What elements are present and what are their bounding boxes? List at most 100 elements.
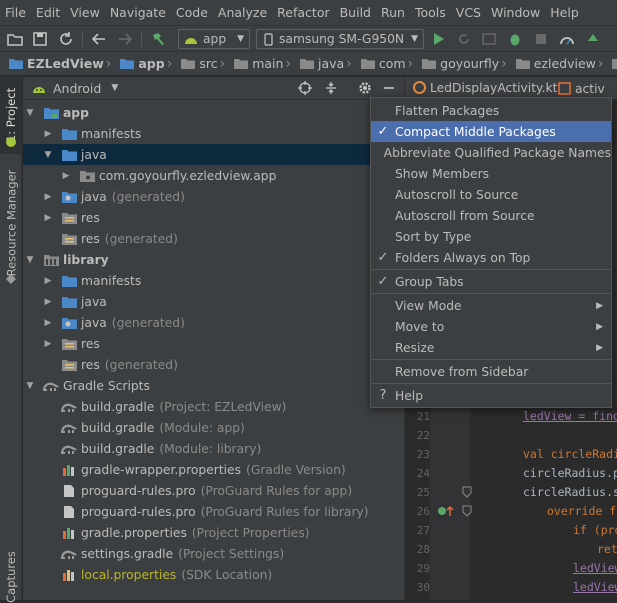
tree-row[interactable]: ▶ java (generated) [23,186,404,207]
menu-window[interactable]: Window [486,5,545,20]
build-hammer-icon[interactable] [149,30,167,48]
menu-item-resize[interactable]: Resize ▶ [371,337,611,358]
expanded-arrow-icon[interactable]: ▼ [25,375,35,396]
tree-row[interactable]: local.properties (SDK Location) [23,564,404,585]
tree-row[interactable]: proguard-rules.pro (ProGuard Rules for li… [23,501,404,522]
tree-row[interactable]: ▶ res [23,333,404,354]
menu-vcs[interactable]: VCS [451,5,486,20]
collapsed-arrow-icon[interactable]: ▶ [43,186,53,207]
menu-help[interactable]: Help [545,5,584,20]
tree-row[interactable]: gradle-wrapper.properties (Gradle Version… [23,459,404,480]
collapsed-arrow-icon[interactable]: ▶ [43,207,53,228]
collapsed-arrow-icon[interactable]: ▶ [43,333,53,354]
breadcrumb-item[interactable]: ezledview › [512,56,609,72]
device-select[interactable]: samsung SM-G950N ▼ [256,29,424,49]
menu-code[interactable]: Code [171,5,213,20]
open-folder-icon[interactable] [6,30,24,48]
expanded-arrow-icon[interactable]: ▼ [25,102,35,123]
menu-item-view-mode[interactable]: View Mode ▶ [371,295,611,316]
menu-item-help[interactable]: ? Help [371,385,611,406]
line-number: 30 [416,581,430,594]
tree-row[interactable]: ▼ java [23,144,404,165]
menu-item-autoscroll-from-source[interactable]: Autoscroll from Source [371,205,611,226]
debug-bug-icon[interactable] [506,30,524,48]
tree-row[interactable]: ▶ com.goyourfly.ezledview.app [23,165,404,186]
run-icon[interactable] [430,30,448,48]
tree-row[interactable]: ▶ manifests [23,123,404,144]
menu-edit[interactable]: Edit [31,5,65,20]
tree-row[interactable]: ▼ app [23,102,404,123]
breadcrumb-item[interactable]: java › [296,56,357,72]
menu-run[interactable]: Run [376,5,410,20]
tree-row[interactable]: res (generated) [23,354,404,375]
tab-resource-manager[interactable]: Resource Manager [0,168,22,278]
menu-file[interactable]: File [0,5,31,20]
breadcrumb-item[interactable]: EZLedView › [0,56,116,72]
menu-refactor[interactable]: Refactor [272,5,334,20]
save-icon[interactable] [31,30,49,48]
breadcrumb-item[interactable]: goyourfly › [418,56,512,72]
override-marker-icon[interactable] [437,504,455,518]
tree-row[interactable]: gradle.properties (Project Properties) [23,522,404,543]
collapsed-arrow-icon[interactable]: ▶ [43,312,53,333]
chevron-down-icon[interactable]: ▼ [111,83,118,93]
locate-target-icon[interactable] [297,80,313,96]
menu-navigate[interactable]: Navigate [105,5,171,20]
menu-item-autoscroll-to-source[interactable]: Autoscroll to Source [371,184,611,205]
expanded-arrow-icon[interactable]: ▼ [43,144,53,165]
forward-arrow-icon[interactable] [116,30,134,48]
breadcrumb-item[interactable]: main › [230,56,296,72]
apply-code-changes-icon[interactable] [480,30,498,48]
tree-row[interactable]: ▼ library [23,249,404,270]
tree-row[interactable]: res (generated) [23,228,404,249]
menu-item-sort-by-type[interactable]: Sort by Type [371,226,611,247]
menu-item-move-to[interactable]: Move to ▶ [371,316,611,337]
tree-row[interactable]: settings.gradle (Project Settings) [23,543,404,564]
project-view-selector[interactable]: Android [53,81,101,96]
tree-row[interactable]: build.gradle (Module: app) [23,417,404,438]
tree-row[interactable]: ▶ java (generated) [23,312,404,333]
tree-item-label: res [81,231,100,246]
menu-item-remove-from-sidebar[interactable]: Remove from Sidebar [371,361,611,382]
expanded-arrow-icon[interactable]: ▼ [25,249,35,270]
tree-row[interactable]: ▶ manifests [23,270,404,291]
help-icon: ? [379,388,387,403]
tree-row[interactable]: ▼ Gradle Scripts [23,375,404,396]
fold-marker-icon[interactable] [461,504,473,518]
tree-row[interactable]: ▶ res [23,207,404,228]
apply-changes-icon[interactable] [455,30,473,48]
collapsed-arrow-icon[interactable]: ▶ [61,165,71,186]
menu-item-compact-middle-packages[interactable]: ✓ Compact Middle Packages [371,121,611,142]
menu-item-group-tabs[interactable]: ✓ Group Tabs [371,271,611,292]
menu-view[interactable]: View [65,5,105,20]
menu-tools[interactable]: Tools [410,5,451,20]
fold-marker-icon[interactable] [461,485,473,499]
menu-item-show-members[interactable]: Show Members [371,163,611,184]
breadcrumb-item[interactable]: com › [357,56,418,72]
back-arrow-icon[interactable] [90,30,108,48]
tab-captures[interactable]: Captures [0,551,22,603]
run-config-select[interactable]: app ▼ [178,29,250,49]
tree-row[interactable]: ▶ java [23,291,404,312]
breadcrumb-item[interactable]: src › [177,56,230,72]
profiler-icon[interactable] [558,30,576,48]
menu-item-flatten-packages[interactable]: Flatten Packages [371,100,611,121]
gear-icon[interactable] [357,80,373,96]
breadcrumb-item[interactable]: app› [116,56,177,72]
menu-item-abbreviate-qualified-package-names[interactable]: Abbreviate Qualified Package Names [371,142,611,163]
tree-row[interactable]: build.gradle (Module: library) [23,438,404,459]
gradle-sync-icon[interactable] [584,30,602,48]
tree-row[interactable]: proguard-rules.pro (ProGuard Rules for ap… [23,480,404,501]
tree-row[interactable]: build.gradle (Project: EZLedView) [23,396,404,417]
attach-debugger-icon[interactable] [532,30,550,48]
breadcrumb-item[interactable]: app› [608,56,617,72]
menu-item-folders-always-on-top[interactable]: ✓ Folders Always on Top [371,247,611,268]
menu-build[interactable]: Build [335,5,376,20]
collapse-all-icon[interactable] [323,80,339,96]
collapsed-arrow-icon[interactable]: ▶ [43,291,53,312]
collapsed-arrow-icon[interactable]: ▶ [43,270,53,291]
sync-icon[interactable] [57,30,75,48]
menu-analyze[interactable]: Analyze [213,5,272,20]
collapsed-arrow-icon[interactable]: ▶ [43,123,53,144]
minimize-icon[interactable] [381,80,397,96]
